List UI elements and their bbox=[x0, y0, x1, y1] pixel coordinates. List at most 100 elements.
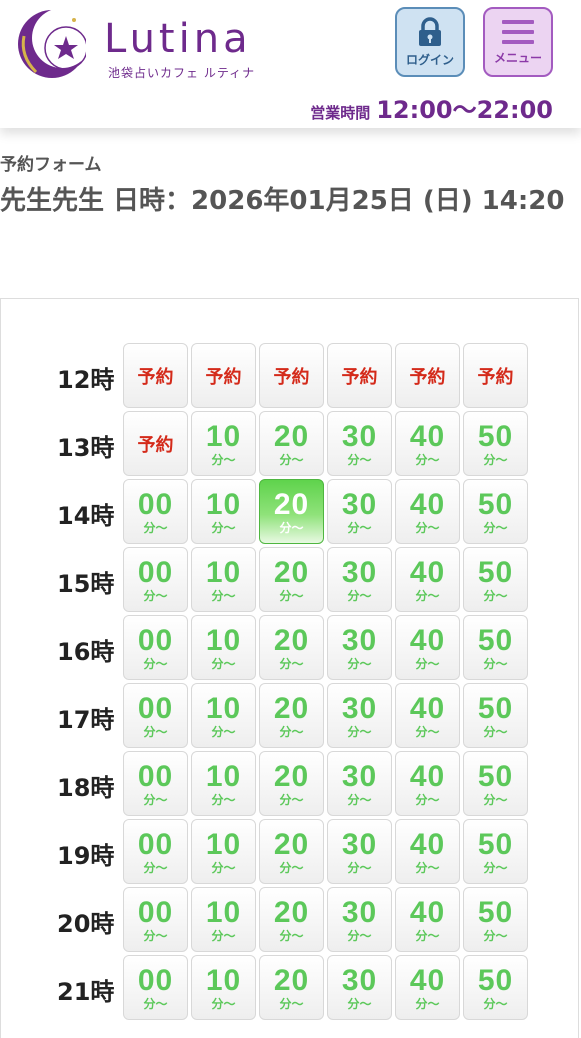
time-slot-button[interactable]: 10 分〜 bbox=[191, 887, 256, 952]
slot-minute-unit: 分〜 bbox=[279, 520, 304, 535]
schedule-row: 20時 00 分〜 10 分〜 20 分〜 30 分〜 40 分〜 50 分〜 bbox=[1, 887, 580, 955]
slot-minute-unit: 分〜 bbox=[415, 520, 440, 535]
time-slot-button[interactable]: 40 分〜 bbox=[395, 955, 460, 1020]
time-slot-button[interactable]: 20 分〜 bbox=[259, 683, 324, 748]
slot-minute-unit: 分〜 bbox=[279, 996, 304, 1011]
time-slot-button[interactable]: 50 分〜 bbox=[463, 819, 528, 884]
time-slot-button[interactable]: 20 分〜 bbox=[259, 887, 324, 952]
time-slot-button[interactable]: 30 分〜 bbox=[327, 955, 392, 1020]
time-slot-button[interactable]: 10 分〜 bbox=[191, 615, 256, 680]
moon-star-icon[interactable] bbox=[14, 6, 92, 84]
hour-label: 15時 bbox=[57, 570, 115, 598]
reserved-slot: 予約 bbox=[123, 411, 188, 476]
time-slot-button[interactable]: 20 分〜 bbox=[259, 411, 324, 476]
slot-minute-unit: 分〜 bbox=[415, 792, 440, 807]
time-slot-button[interactable]: 50 分〜 bbox=[463, 547, 528, 612]
slot-minute: 50 bbox=[477, 895, 514, 929]
time-slot-button[interactable]: 20 分〜 bbox=[259, 615, 324, 680]
slot-minute-unit: 分〜 bbox=[143, 928, 168, 943]
schedule-grid: 12時 予約 予約 予約 予約 予約 予約 13時 予約 10 分〜 20 分〜 30 分〜 40 分〜 50 分〜… bbox=[0, 298, 579, 1038]
hour-label: 21時 bbox=[57, 978, 115, 1006]
time-slot-button[interactable]: 10 分〜 bbox=[191, 751, 256, 816]
schedule-row: 15時 00 分〜 10 分〜 20 分〜 30 分〜 40 分〜 50 分〜 bbox=[1, 547, 580, 615]
time-slot-button[interactable]: 00 分〜 bbox=[123, 479, 188, 544]
time-slot-button[interactable]: 00 分〜 bbox=[123, 751, 188, 816]
time-slot-button[interactable]: 40 分〜 bbox=[395, 887, 460, 952]
time-slot-button[interactable]: 00 分〜 bbox=[123, 547, 188, 612]
schedule-row: 16時 00 分〜 10 分〜 20 分〜 30 分〜 40 分〜 50 分〜 bbox=[1, 615, 580, 683]
slot-minute-unit: 分〜 bbox=[347, 928, 372, 943]
time-slot-button[interactable]: 40 分〜 bbox=[395, 411, 460, 476]
slot-minute-unit: 分〜 bbox=[483, 996, 508, 1011]
slot-minute-unit: 分〜 bbox=[347, 724, 372, 739]
time-slot-button[interactable]: 30 分〜 bbox=[327, 615, 392, 680]
time-slot-button[interactable]: 10 分〜 bbox=[191, 547, 256, 612]
time-slot-button[interactable]: 30 分〜 bbox=[327, 411, 392, 476]
hours-value: 12:00〜22:00 bbox=[376, 96, 553, 124]
time-slot-button[interactable]: 30 分〜 bbox=[327, 751, 392, 816]
time-slot-button[interactable]: 30 分〜 bbox=[327, 819, 392, 884]
time-slot-button[interactable]: 20 分〜 bbox=[259, 819, 324, 884]
time-slot-button[interactable]: 50 分〜 bbox=[463, 751, 528, 816]
time-slot-button[interactable]: 20 分〜 bbox=[259, 547, 324, 612]
slot-minute-unit: 分〜 bbox=[143, 792, 168, 807]
time-slot-button[interactable]: 00 分〜 bbox=[123, 887, 188, 952]
slot-minute-unit: 分〜 bbox=[415, 928, 440, 943]
time-slot-button[interactable]: 40 分〜 bbox=[395, 479, 460, 544]
hour-label: 20時 bbox=[57, 910, 115, 938]
hours-label: 営業時間 bbox=[310, 104, 371, 122]
schedule-row: 17時 00 分〜 10 分〜 20 分〜 30 分〜 40 分〜 50 分〜 bbox=[1, 683, 580, 751]
brand-name[interactable]: Lutina bbox=[104, 16, 252, 62]
slot-minute: 10 bbox=[205, 623, 242, 657]
time-slot-button[interactable]: 10 分〜 bbox=[191, 819, 256, 884]
time-slot-button[interactable]: 00 分〜 bbox=[123, 819, 188, 884]
time-slot-button[interactable]: 00 分〜 bbox=[123, 683, 188, 748]
slot-minute: 30 bbox=[341, 555, 378, 589]
time-slot-button[interactable]: 00 分〜 bbox=[123, 615, 188, 680]
time-slot-button[interactable]: 20 分〜 bbox=[259, 751, 324, 816]
time-slot-button[interactable]: 30 分〜 bbox=[327, 683, 392, 748]
menu-button[interactable]: メニュー bbox=[483, 7, 553, 77]
form-title: 予約フォーム bbox=[0, 155, 102, 175]
login-button[interactable]: ログイン bbox=[395, 7, 465, 77]
slot-minute: 00 bbox=[137, 895, 174, 929]
slot-minute-unit: 分〜 bbox=[279, 588, 304, 603]
time-slot-button[interactable]: 10 分〜 bbox=[191, 683, 256, 748]
selected-time-slot[interactable]: 20 分〜 bbox=[259, 479, 324, 544]
time-slot-button[interactable]: 00 分〜 bbox=[123, 955, 188, 1020]
time-slot-button[interactable]: 40 分〜 bbox=[395, 683, 460, 748]
time-slot-button[interactable]: 50 分〜 bbox=[463, 955, 528, 1020]
slot-minute: 10 bbox=[205, 555, 242, 589]
slot-minute-unit: 分〜 bbox=[415, 724, 440, 739]
reserved-slot: 予約 bbox=[327, 343, 392, 408]
slot-minute: 50 bbox=[477, 691, 514, 725]
time-slot-button[interactable]: 50 分〜 bbox=[463, 683, 528, 748]
time-slot-button[interactable]: 10 分〜 bbox=[191, 411, 256, 476]
time-slot-button[interactable]: 40 分〜 bbox=[395, 615, 460, 680]
slot-minute-unit: 分〜 bbox=[415, 588, 440, 603]
slot-minute-unit: 分〜 bbox=[211, 588, 236, 603]
slot-minute: 50 bbox=[477, 555, 514, 589]
time-slot-button[interactable]: 40 分〜 bbox=[395, 547, 460, 612]
time-slot-button[interactable]: 30 分〜 bbox=[327, 547, 392, 612]
schedule-row: 12時 予約 予約 予約 予約 予約 予約 bbox=[1, 343, 580, 411]
slot-minute: 10 bbox=[205, 419, 242, 453]
time-slot-button[interactable]: 30 分〜 bbox=[327, 479, 392, 544]
slot-minute-unit: 分〜 bbox=[347, 996, 372, 1011]
time-slot-button[interactable]: 30 分〜 bbox=[327, 887, 392, 952]
time-slot-button[interactable]: 40 分〜 bbox=[395, 819, 460, 884]
time-slot-button[interactable]: 40 分〜 bbox=[395, 751, 460, 816]
time-slot-button[interactable]: 50 分〜 bbox=[463, 411, 528, 476]
time-slot-button[interactable]: 50 分〜 bbox=[463, 615, 528, 680]
time-slot-button[interactable]: 10 分〜 bbox=[191, 479, 256, 544]
time-slot-button[interactable]: 50 分〜 bbox=[463, 479, 528, 544]
slot-minute: 00 bbox=[137, 963, 174, 997]
slot-minute-unit: 分〜 bbox=[347, 588, 372, 603]
slot-minute: 50 bbox=[477, 623, 514, 657]
slot-minute: 20 bbox=[273, 827, 310, 861]
time-slot-button[interactable]: 20 分〜 bbox=[259, 955, 324, 1020]
time-slot-button[interactable]: 50 分〜 bbox=[463, 887, 528, 952]
time-slot-button[interactable]: 10 分〜 bbox=[191, 955, 256, 1020]
reserved-label: 予約 bbox=[205, 366, 242, 388]
slot-minute: 30 bbox=[341, 963, 378, 997]
